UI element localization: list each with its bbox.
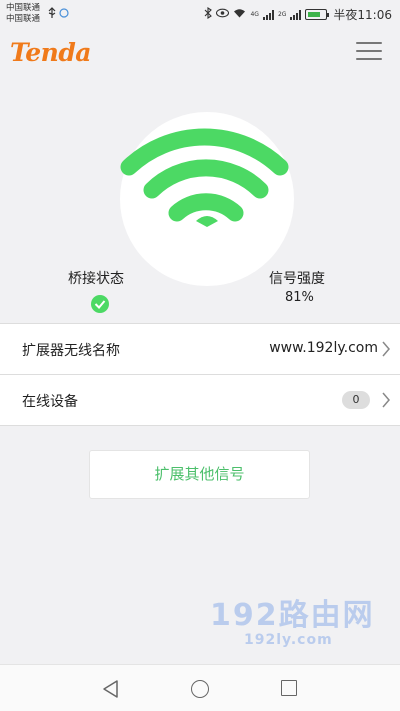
signal-strength-label: 信号强度 (269, 271, 325, 287)
carrier-2: 中国联通 (6, 14, 41, 24)
signal-bars-icon-2 (290, 9, 302, 20)
bridge-status-label: 桥接状态 (68, 271, 124, 287)
wifi-signal-circle (120, 112, 294, 286)
wifi-status-icon (233, 8, 246, 21)
online-devices-row[interactable]: 在线设备 0 (0, 375, 400, 426)
wifi-icon (120, 128, 289, 227)
bluetooth-icon (204, 6, 213, 22)
carrier-1: 中国联通 (6, 3, 41, 13)
menu-line (356, 50, 382, 52)
battery-icon (305, 9, 330, 20)
home-icon[interactable] (191, 680, 209, 698)
chevron-right-icon (382, 341, 390, 357)
carrier-info: 中国联通 中国联通 (6, 3, 40, 25)
eye-icon (216, 8, 230, 21)
navigation-bar (0, 664, 400, 711)
recent-apps-icon[interactable] (281, 680, 297, 696)
ssid-label: 扩展器无线名称 (22, 343, 120, 359)
menu-line (356, 42, 382, 44)
signal-bars-icon-1 (262, 9, 274, 20)
network-type-1: 4G (250, 11, 259, 18)
network-type-2: 2G (277, 11, 287, 18)
ssid-value: www.192ly.com (269, 340, 378, 356)
check-icon (91, 295, 109, 313)
status-bar: 中国联通 中国联通 4G 2G 半夜11:06 (0, 0, 400, 30)
usb-icon (48, 7, 70, 22)
ssid-row[interactable]: 扩展器无线名称 www.192ly.com (0, 324, 400, 375)
online-devices-label: 在线设备 (22, 394, 78, 410)
chevron-right-icon (382, 392, 390, 408)
app-header: Tenda (0, 30, 400, 80)
settings-list: 扩展器无线名称 www.192ly.com 在线设备 0 (0, 323, 400, 426)
menu-line (356, 58, 382, 60)
watermark-url: 192ly.com (244, 632, 333, 648)
extend-other-signal-button[interactable]: 扩展其他信号 (89, 450, 310, 499)
clock: 半夜11:06 (333, 8, 392, 22)
watermark-title: 192路由网 (210, 598, 375, 633)
tenda-logo: Tenda (10, 38, 92, 67)
signal-strength-value: 81% (285, 290, 314, 305)
back-icon[interactable] (101, 679, 121, 699)
device-count-badge: 0 (342, 391, 370, 409)
menu-button[interactable] (356, 42, 382, 62)
status-icons: 4G 2G 半夜11:06 (204, 6, 392, 23)
